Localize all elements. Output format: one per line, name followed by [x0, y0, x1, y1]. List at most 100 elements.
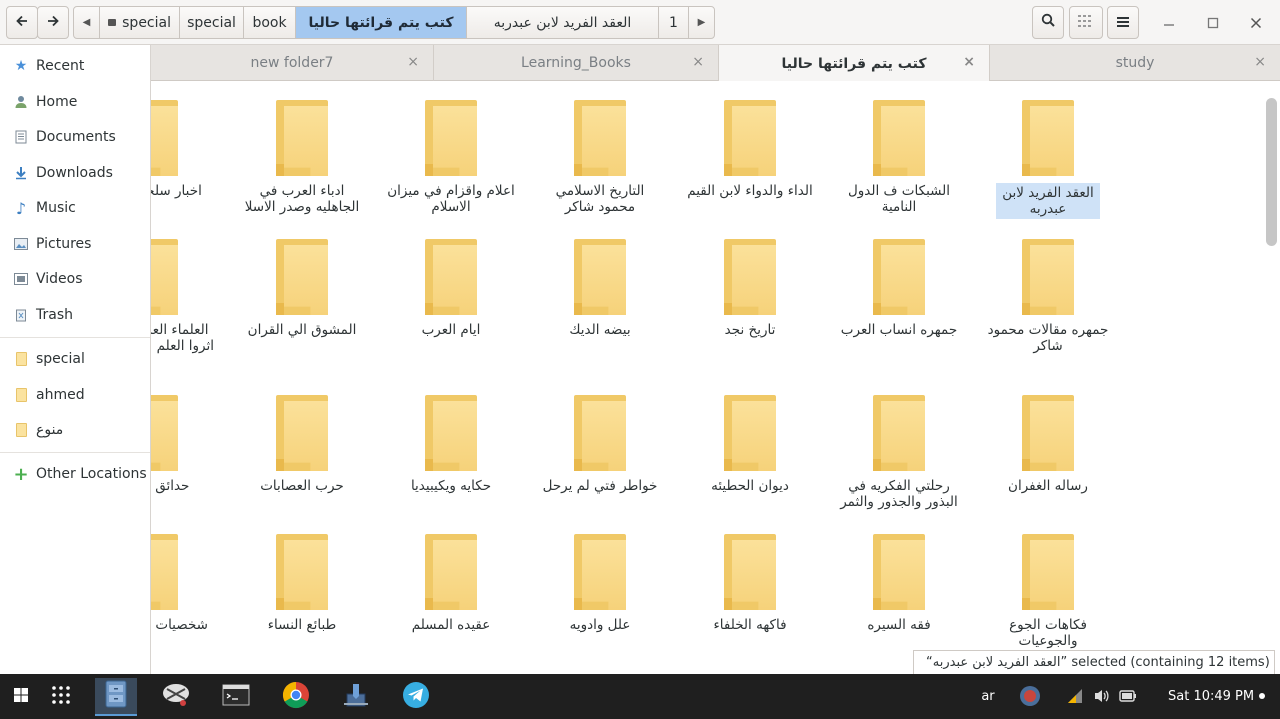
battery-icon[interactable] — [1117, 682, 1139, 710]
folder-label: التاريخ الاسلامي محمود شاكر — [555, 183, 645, 215]
folder-item[interactable]: فقه السيره — [835, 534, 963, 633]
scissors-icon — [161, 681, 191, 713]
folder-item[interactable]: العقد الفريد لابن عبدربه — [984, 100, 1112, 219]
folder-item[interactable]: بيضه الديك — [536, 239, 664, 338]
file-grid: العقد الفريد لابن عبدربه الشبكات ف الدول … — [151, 81, 1280, 674]
folder-item[interactable]: خواطر فتي لم يرحل — [536, 395, 664, 494]
plus-icon: + — [13, 463, 29, 485]
path-crumb-book[interactable]: book — [244, 7, 296, 38]
sidebar: ★ Recent Home Documents Downloads ♪ Musi… — [0, 45, 151, 674]
close-button[interactable] — [1243, 10, 1269, 36]
path-scroll-right-button[interactable]: ▶ — [689, 7, 714, 38]
path-crumb-special[interactable]: special — [180, 7, 244, 38]
path-bar: ◀ special special book كتب يتم قرائتها ح… — [73, 6, 715, 39]
folder-icon — [151, 239, 178, 315]
folder-item[interactable]: جمهره مقالات محمود شاكر — [984, 239, 1112, 354]
folder-icon — [13, 422, 29, 438]
folder-item[interactable]: حدائق الازاهر — [151, 395, 216, 494]
folder-item[interactable]: عقيده المسلم — [387, 534, 515, 633]
folder-icon — [1022, 534, 1074, 610]
folder-item[interactable]: حكايه ويكيبيديا — [387, 395, 515, 494]
folder-item[interactable]: رحلتي الفكريه في البذور والجذور والثمر — [835, 395, 963, 510]
taskbar-files-app[interactable] — [95, 678, 137, 716]
tab-study[interactable]: study × — [990, 45, 1280, 81]
sidebar-separator — [0, 337, 150, 338]
folder-item[interactable]: تاريخ نجد — [686, 239, 814, 338]
vertical-scrollbar[interactable] — [1264, 98, 1278, 658]
tab-new-folder7[interactable]: new folder7 × — [151, 45, 434, 81]
maximize-button[interactable] — [1200, 10, 1226, 36]
close-icon[interactable]: × — [407, 54, 419, 70]
close-icon[interactable]: × — [692, 54, 704, 70]
folder-item[interactable]: فكاهات الجوع والجوعيات — [984, 534, 1112, 649]
path-crumb-child[interactable]: العقد الفريد لابن عبدربه — [467, 7, 659, 38]
sidebar-item-recent[interactable]: ★ Recent — [0, 51, 150, 81]
sidebar-item-trash[interactable]: Trash — [0, 300, 150, 330]
folder-icon — [873, 395, 925, 471]
clock[interactable]: Sat 10:49 PM — [1168, 682, 1268, 710]
drive-icon — [108, 19, 117, 26]
folder-item[interactable]: حرب العصابات — [238, 395, 366, 494]
sidebar-bookmark-special[interactable]: special — [0, 344, 150, 374]
folder-item[interactable]: المشوق الي القران — [238, 239, 366, 338]
sidebar-item-downloads[interactable]: Downloads — [0, 158, 150, 188]
taskbar-telegram-app[interactable] — [395, 678, 437, 716]
folder-item[interactable]: اخبار سلجوق نامه — [151, 100, 216, 199]
folder-item[interactable]: الشبكات ف الدول النامية — [835, 100, 963, 215]
path-crumb-special-root[interactable]: special — [100, 7, 180, 38]
taskbar-screenshot-app[interactable] — [155, 678, 197, 716]
sidebar-item-documents[interactable]: Documents — [0, 122, 150, 152]
sidebar-item-music[interactable]: ♪ Music — [0, 193, 150, 223]
search-button[interactable] — [1032, 6, 1064, 39]
folder-icon — [724, 534, 776, 610]
folder-icon — [1022, 395, 1074, 471]
view-toggle-button[interactable] — [1069, 6, 1103, 39]
tab-current-reading[interactable]: كتب يتم قرائتها حاليا × — [719, 45, 990, 82]
sidebar-item-home[interactable]: Home — [0, 87, 150, 117]
start-button[interactable] — [0, 678, 42, 716]
sidebar-bookmark-ahmed[interactable]: ahmed — [0, 380, 150, 410]
folder-label: تاريخ نجد — [724, 322, 776, 338]
folder-item[interactable]: طبائع النساء — [238, 534, 366, 633]
folder-item[interactable]: ادباء العرب في الجاهليه وصدر الاسلا — [238, 100, 366, 215]
app-grid-button[interactable] — [40, 678, 82, 716]
close-icon[interactable]: × — [963, 54, 975, 70]
folder-label: علل وادويه — [569, 617, 631, 633]
folder-item[interactable]: اعلام واقزام في ميزان الاسلام — [387, 100, 515, 215]
tab-learning-books[interactable]: Learning_Books × — [434, 45, 719, 81]
sidebar-bookmark-misc[interactable]: منوع — [0, 415, 150, 445]
folder-item[interactable]: العلماء العزاب الذين اثروا العلم علي الز… — [151, 239, 216, 354]
path-scroll-left-button[interactable]: ◀ — [74, 7, 100, 38]
scrollbar-thumb[interactable] — [1266, 98, 1277, 246]
sidebar-item-pictures[interactable]: Pictures — [0, 229, 150, 259]
folder-item[interactable]: ايام العرب — [387, 239, 515, 338]
path-crumb-current[interactable]: كتب يتم قرائتها حاليا — [296, 7, 467, 38]
folder-label: فقه السيره — [867, 617, 931, 633]
folder-item[interactable]: الداء والدواء لابن القيم — [686, 100, 814, 199]
tab-bar: new folder7 × Learning_Books × كتب يتم ق… — [151, 45, 1280, 82]
folder-label: عقيده المسلم — [411, 617, 491, 633]
folder-item[interactable]: فاكهه الخلفاء — [686, 534, 814, 633]
folder-item[interactable]: جمهره انساب العرب — [835, 239, 963, 338]
minimize-button[interactable] — [1156, 10, 1182, 36]
folder-item[interactable]: رساله الغفران — [984, 395, 1112, 494]
taskbar-installer-app[interactable] — [335, 678, 377, 716]
network-icon[interactable] — [1064, 682, 1086, 710]
back-button[interactable] — [6, 6, 38, 39]
path-crumb-number[interactable]: 1 — [659, 7, 689, 38]
folder-item[interactable]: التاريخ الاسلامي محمود شاكر — [536, 100, 664, 215]
menu-button[interactable] — [1107, 6, 1139, 39]
close-icon[interactable]: × — [1254, 54, 1266, 70]
folder-item[interactable]: علل وادويه — [536, 534, 664, 633]
tray-update-icon[interactable] — [1016, 682, 1044, 710]
forward-button[interactable] — [37, 6, 69, 39]
sidebar-item-videos[interactable]: Videos — [0, 264, 150, 294]
taskbar-terminal-app[interactable] — [215, 678, 257, 716]
folder-label: اعلام واقزام في ميزان الاسلام — [387, 183, 515, 215]
taskbar-chrome-app[interactable] — [275, 678, 317, 716]
folder-item[interactable]: ديوان الحطيئه — [686, 395, 814, 494]
keyboard-layout-indicator[interactable]: ar — [975, 682, 1001, 710]
volume-icon[interactable] — [1091, 682, 1113, 710]
sidebar-item-other-locations[interactable]: + Other Locations — [0, 459, 150, 489]
folder-item[interactable]: شخصيات لها العجب — [151, 534, 216, 633]
